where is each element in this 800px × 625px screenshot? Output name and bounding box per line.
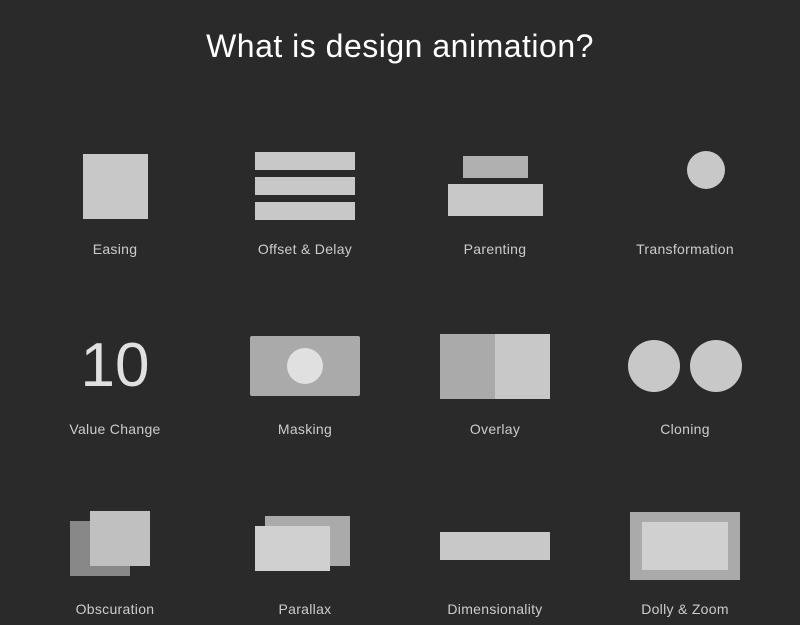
cell-easing[interactable]: Easing — [25, 95, 205, 265]
cell-transformation[interactable]: Transformation — [595, 95, 775, 265]
animation-grid: Easing Offset & Delay Parenting — [25, 95, 775, 625]
icon-easing — [50, 141, 180, 231]
label-overlay: Overlay — [470, 421, 520, 437]
label-dimensionality: Dimensionality — [447, 601, 542, 617]
icon-parenting — [430, 141, 560, 231]
icon-dolly-zoom — [620, 501, 750, 591]
cell-cloning[interactable]: Cloning — [595, 275, 775, 445]
label-easing: Easing — [93, 241, 138, 257]
cell-parenting[interactable]: Parenting — [405, 95, 585, 265]
icon-masking — [240, 321, 370, 411]
label-offset: Offset & Delay — [258, 241, 352, 257]
icon-value-change: 10 — [50, 321, 180, 411]
label-parenting: Parenting — [464, 241, 527, 257]
icon-dimensionality — [430, 501, 560, 591]
label-dolly-zoom: Dolly & Zoom — [641, 601, 729, 617]
icon-obscuration — [50, 501, 180, 591]
cell-value-change[interactable]: 10 Value Change — [25, 275, 205, 445]
icon-parallax — [240, 501, 370, 591]
icon-overlay — [430, 321, 560, 411]
label-value-change: Value Change — [69, 421, 160, 437]
cell-overlay[interactable]: Overlay — [405, 275, 585, 445]
label-parallax: Parallax — [279, 601, 332, 617]
label-obscuration: Obscuration — [76, 601, 155, 617]
icon-transformation — [620, 141, 750, 231]
label-masking: Masking — [278, 421, 332, 437]
icon-offset-delay — [240, 141, 370, 231]
cell-masking[interactable]: Masking — [215, 275, 395, 445]
label-transformation: Transformation — [636, 241, 734, 257]
page-title: What is design animation? — [206, 28, 594, 65]
label-cloning: Cloning — [660, 421, 710, 437]
icon-cloning — [620, 321, 750, 411]
cell-offset[interactable]: Offset & Delay — [215, 95, 395, 265]
